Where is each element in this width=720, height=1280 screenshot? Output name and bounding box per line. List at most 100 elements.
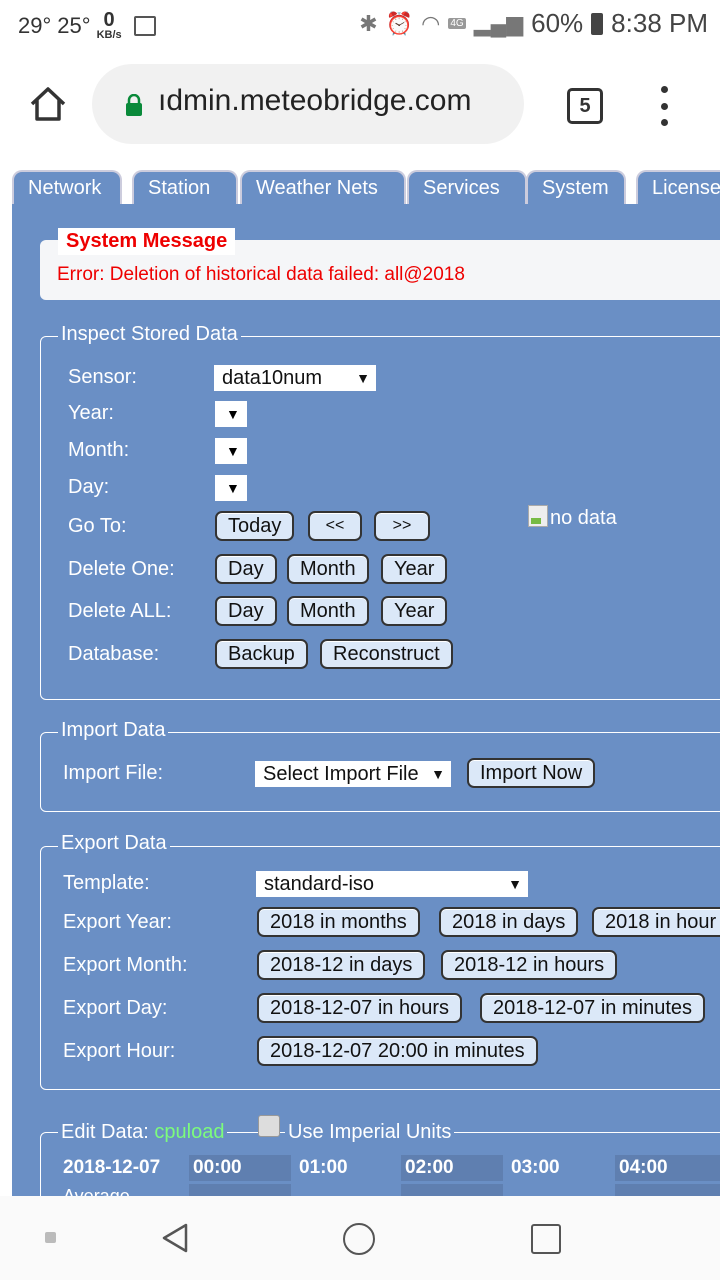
- tab-system[interactable]: System: [526, 170, 626, 204]
- export-day-hours-button[interactable]: 2018-12-07 in hours: [257, 993, 463, 1023]
- browser-toolbar: ıdmin.meteobridge.com 5: [0, 50, 720, 160]
- import-now-button[interactable]: Import Now: [467, 758, 596, 788]
- dropdown-arrow-icon: ▼: [226, 443, 240, 459]
- average-cell[interactable]: [189, 1184, 291, 1196]
- export-month-label: Export Month:: [63, 954, 188, 976]
- edit-legend: Edit Data: cpuload: [58, 1121, 228, 1144]
- edit-sensor-link[interactable]: cpuload: [154, 1121, 224, 1143]
- export-hour-label: Export Hour:: [63, 1040, 176, 1062]
- image-notification-icon: [133, 15, 156, 36]
- next-button[interactable]: >>: [374, 511, 430, 541]
- reconstruct-button[interactable]: Reconstruct: [320, 639, 453, 669]
- web-page: Network Station Weather Nets Services Sy…: [0, 160, 720, 1196]
- day-label: Day:: [68, 476, 110, 498]
- backup-button[interactable]: Backup: [215, 639, 308, 669]
- inspect-legend: Inspect Stored Data: [58, 323, 241, 346]
- home-circle-icon[interactable]: [343, 1223, 375, 1255]
- hour-header: 02:00: [401, 1155, 503, 1181]
- year-label: Year:: [68, 402, 114, 424]
- battery-icon: [591, 12, 604, 35]
- temperature-1: 29°: [18, 12, 52, 38]
- import-file-label: Import File:: [63, 762, 164, 784]
- tab-license[interactable]: License: [636, 170, 720, 204]
- temperature-2: 25°: [57, 12, 91, 38]
- average-cell[interactable]: [615, 1184, 720, 1196]
- delete-all-year-button[interactable]: Year: [381, 596, 448, 626]
- battery-percent: 60%: [531, 8, 584, 38]
- android-nav-bar: [0, 1196, 720, 1280]
- nav-indicator-icon: [45, 1232, 56, 1243]
- import-file-select[interactable]: Select Import File ▼: [255, 761, 451, 787]
- day-select[interactable]: ▼: [215, 475, 247, 501]
- export-2018-hours-button[interactable]: 2018 in hour: [592, 907, 720, 937]
- nav-tabs: Network Station Weather Nets Services Sy…: [12, 170, 720, 204]
- export-2018-months-button[interactable]: 2018 in months: [257, 907, 420, 937]
- delete-one-day-button[interactable]: Day: [215, 554, 277, 584]
- database-label: Database:: [68, 643, 160, 665]
- export-hour-minutes-button[interactable]: 2018-12-07 20:00 in minutes: [257, 1036, 538, 1066]
- alarm-icon: ⏰: [385, 10, 414, 36]
- recent-apps-icon[interactable]: [531, 1224, 561, 1254]
- sensor-select[interactable]: data10num ▼: [214, 365, 376, 391]
- hour-header: 00:00: [189, 1155, 291, 1181]
- export-legend: Export Data: [58, 832, 170, 855]
- address-bar[interactable]: ıdmin.meteobridge.com: [92, 64, 524, 144]
- prev-button[interactable]: <<: [308, 511, 362, 541]
- dropdown-arrow-icon: ▼: [226, 406, 240, 422]
- chart-image-placeholder: no data: [528, 505, 617, 530]
- home-icon[interactable]: [28, 84, 68, 124]
- system-message-title: System Message: [58, 228, 236, 255]
- dropdown-arrow-icon: ▼: [431, 766, 445, 782]
- tab-station[interactable]: Station: [132, 170, 238, 204]
- tab-weather-nets[interactable]: Weather Nets: [240, 170, 406, 204]
- dropdown-arrow-icon: ▼: [508, 876, 522, 892]
- lock-icon: [126, 94, 142, 116]
- tab-network[interactable]: Network: [12, 170, 122, 204]
- tab-switcher-button[interactable]: 5: [567, 88, 603, 124]
- imperial-units-checkbox[interactable]: [258, 1115, 280, 1137]
- export-day-label: Export Day:: [63, 997, 168, 1019]
- network-speed: 0 KB/s: [96, 9, 122, 41]
- template-select[interactable]: standard-iso ▼: [256, 871, 528, 897]
- url-text: ıdmin.meteobridge.com: [158, 84, 472, 117]
- clock: 8:38 PM: [611, 8, 708, 38]
- hour-header: 03:00: [511, 1157, 560, 1178]
- delete-one-label: Delete One:: [68, 558, 175, 580]
- system-message-text: Error: Deletion of historical data faile…: [57, 264, 465, 285]
- back-icon[interactable]: [160, 1222, 190, 1254]
- month-label: Month:: [68, 439, 130, 461]
- month-select[interactable]: ▼: [215, 438, 247, 464]
- today-button[interactable]: Today: [215, 511, 295, 541]
- delete-all-day-button[interactable]: Day: [215, 596, 277, 626]
- export-day-minutes-button[interactable]: 2018-12-07 in minutes: [480, 993, 706, 1023]
- delete-one-year-button[interactable]: Year: [381, 554, 448, 584]
- sensor-label: Sensor:: [68, 366, 137, 388]
- delete-one-month-button[interactable]: Month: [287, 554, 369, 584]
- year-select[interactable]: ▼: [215, 401, 247, 427]
- export-year-label: Export Year:: [63, 911, 172, 933]
- broken-image-icon: [528, 505, 548, 527]
- hour-header: 04:00: [615, 1155, 720, 1181]
- dropdown-arrow-icon: ▼: [226, 480, 240, 496]
- average-cell[interactable]: [401, 1184, 503, 1196]
- overflow-menu-icon[interactable]: [656, 86, 672, 126]
- template-label: Template:: [63, 872, 150, 894]
- network-type: 4G: [448, 18, 466, 29]
- imperial-units-label: Use Imperial Units: [285, 1121, 455, 1144]
- edit-date: 2018-12-07: [63, 1157, 161, 1178]
- tab-services[interactable]: Services: [407, 170, 527, 204]
- bluetooth-icon: ✱: [359, 10, 378, 36]
- export-2018-days-button[interactable]: 2018 in days: [439, 907, 579, 937]
- export-month-days-button[interactable]: 2018-12 in days: [257, 950, 426, 980]
- status-bar: 29° 25° 0 KB/s ✱ ⏰ ◠ 4G ▂▄▆ 60% 8:38 PM: [0, 0, 720, 50]
- import-legend: Import Data: [58, 719, 169, 742]
- average-row-label: Average: [63, 1186, 130, 1196]
- export-month-hours-button[interactable]: 2018-12 in hours: [441, 950, 618, 980]
- delete-all-month-button[interactable]: Month: [287, 596, 369, 626]
- signal-icon: ▂▄▆: [473, 10, 524, 36]
- hour-header: 01:00: [299, 1157, 348, 1178]
- goto-label: Go To:: [68, 515, 127, 537]
- dropdown-arrow-icon: ▼: [356, 370, 370, 386]
- delete-all-label: Delete ALL:: [68, 600, 172, 622]
- wifi-icon: ◠: [421, 10, 441, 36]
